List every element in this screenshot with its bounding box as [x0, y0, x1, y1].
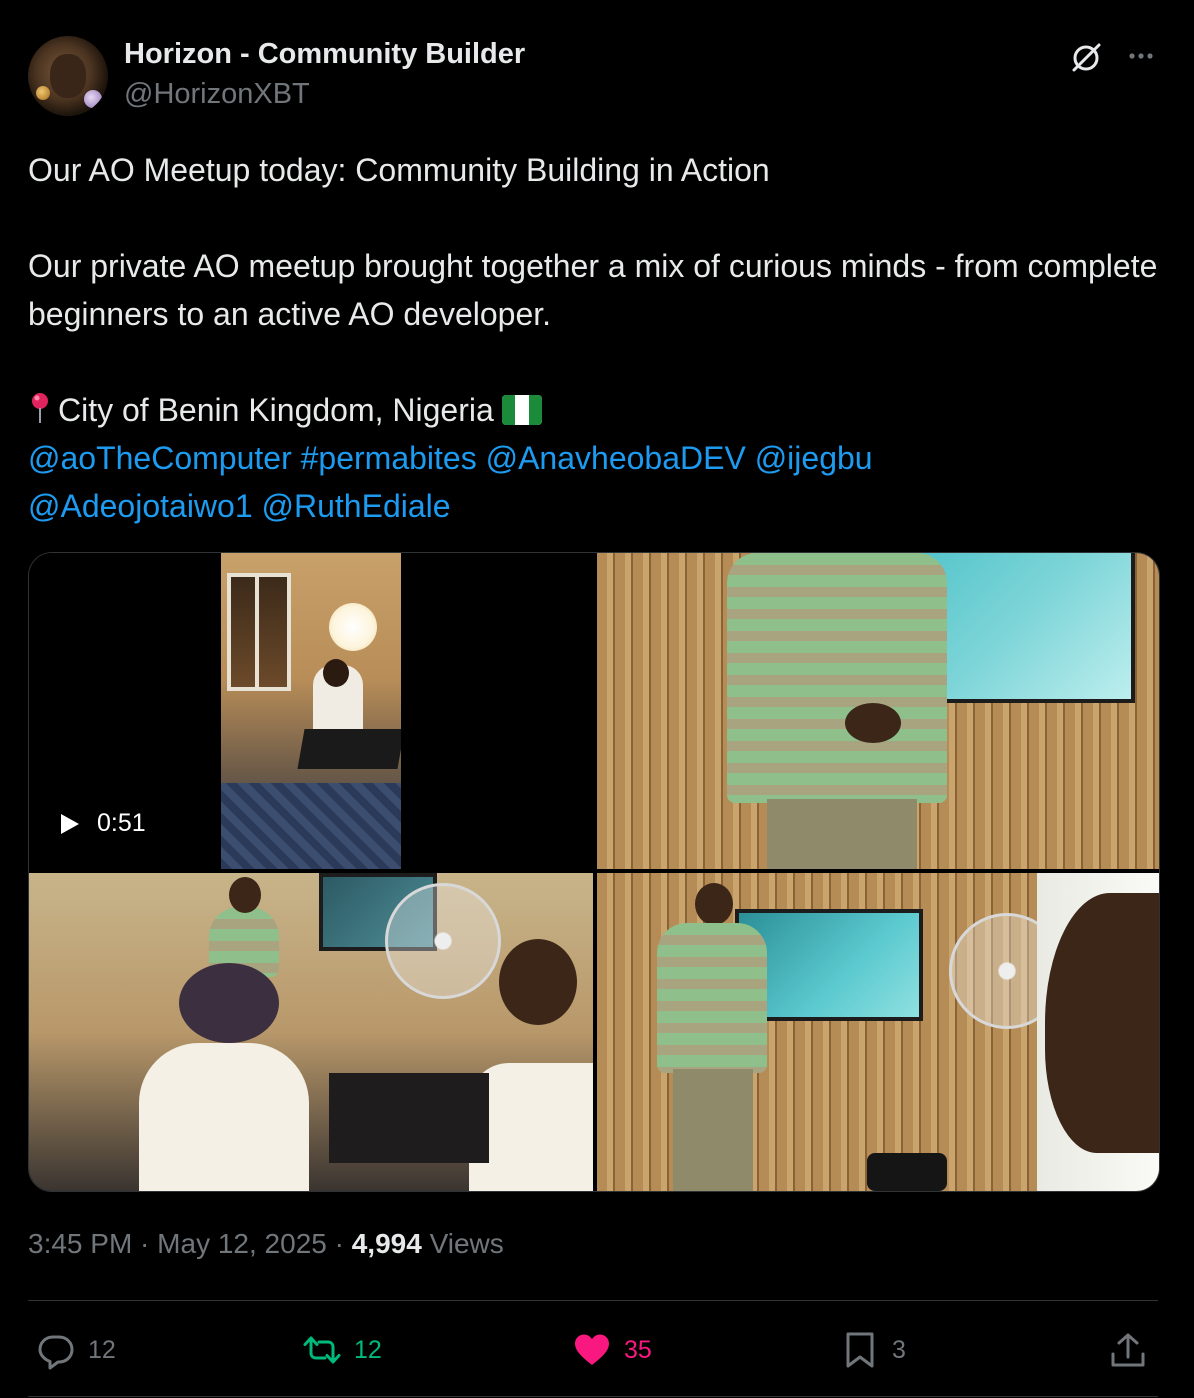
mention-ijegbu[interactable]: @ijegbu [755, 440, 873, 476]
play-icon[interactable] [61, 813, 79, 834]
reply-icon [38, 1335, 74, 1370]
tweet-meta: 3:45 PM · May 12, 2025 · 4,994 Views [28, 1228, 504, 1259]
like-count: 35 [624, 1335, 652, 1364]
share-button[interactable] [1108, 1326, 1148, 1374]
author-display-name[interactable]: Horizon - Community Builder [124, 38, 525, 71]
tweet-date[interactable]: May 12, 2025 [157, 1228, 327, 1259]
bookmark-button[interactable]: 3 [840, 1326, 906, 1374]
pin-icon [32, 393, 48, 423]
repost-icon [303, 1336, 341, 1364]
like-button[interactable]: 35 [572, 1326, 652, 1374]
bookmark-count: 3 [892, 1335, 906, 1364]
grok-icon[interactable] [1066, 38, 1106, 78]
hashtag-permabites[interactable]: #permabites [301, 440, 477, 476]
mention-aothecomputer[interactable]: @aoTheComputer [28, 440, 292, 476]
bookmark-icon [846, 1332, 874, 1368]
heart-icon [575, 1334, 609, 1365]
mention-anavheobadev[interactable]: @AnavheobaDEV [486, 440, 746, 476]
divider [28, 1396, 1158, 1397]
reply-count: 12 [88, 1335, 116, 1364]
tweet-text: Our AO Meetup today: Community Building … [28, 146, 1158, 530]
tweet-links-line-2: @Adeojotaiwo1 @RuthEdiale [28, 482, 1158, 530]
video-duration-badge[interactable]: 0:51 [61, 809, 146, 838]
views-label: Views [429, 1228, 504, 1259]
tweet-links-line-1: @aoTheComputer #permabites @AnavheobaDEV… [28, 434, 1158, 482]
divider [28, 1300, 1158, 1301]
tweet-line-title: Our AO Meetup today: Community Building … [28, 152, 770, 188]
mention-adeojotaiwo1[interactable]: @Adeojotaiwo1 [28, 488, 253, 524]
photo-speaker-closeup[interactable] [597, 553, 1159, 869]
tweet: Horizon - Community Builder @HorizonXBT … [0, 0, 1194, 1398]
author-handle[interactable]: @HorizonXBT [124, 78, 310, 111]
tweet-line-body: Our private AO meetup brought together a… [28, 248, 1158, 332]
photo-speaker-presentation[interactable] [597, 873, 1159, 1191]
share-icon [1111, 1333, 1145, 1367]
avatar[interactable] [28, 36, 108, 116]
more-icon[interactable] [1122, 38, 1162, 78]
video-duration: 0:51 [97, 809, 146, 837]
repost-count: 12 [354, 1335, 382, 1364]
views-count: 4,994 [351, 1228, 422, 1259]
video-thumbnail [221, 553, 401, 869]
photo-audience[interactable] [29, 873, 593, 1191]
location-text: City of Benin Kingdom, Nigeria [58, 392, 494, 428]
tweet-location: City of Benin Kingdom, Nigeria [28, 386, 1158, 434]
tweet-time[interactable]: 3:45 PM [28, 1228, 132, 1259]
repost-button[interactable]: 12 [302, 1326, 382, 1374]
reply-button[interactable]: 12 [36, 1326, 116, 1374]
mention-ruthediale[interactable]: @RuthEdiale [262, 488, 451, 524]
media-grid: 0:51 [28, 552, 1160, 1192]
video-player[interactable]: 0:51 [29, 553, 593, 869]
nigeria-flag-icon [501, 395, 542, 425]
